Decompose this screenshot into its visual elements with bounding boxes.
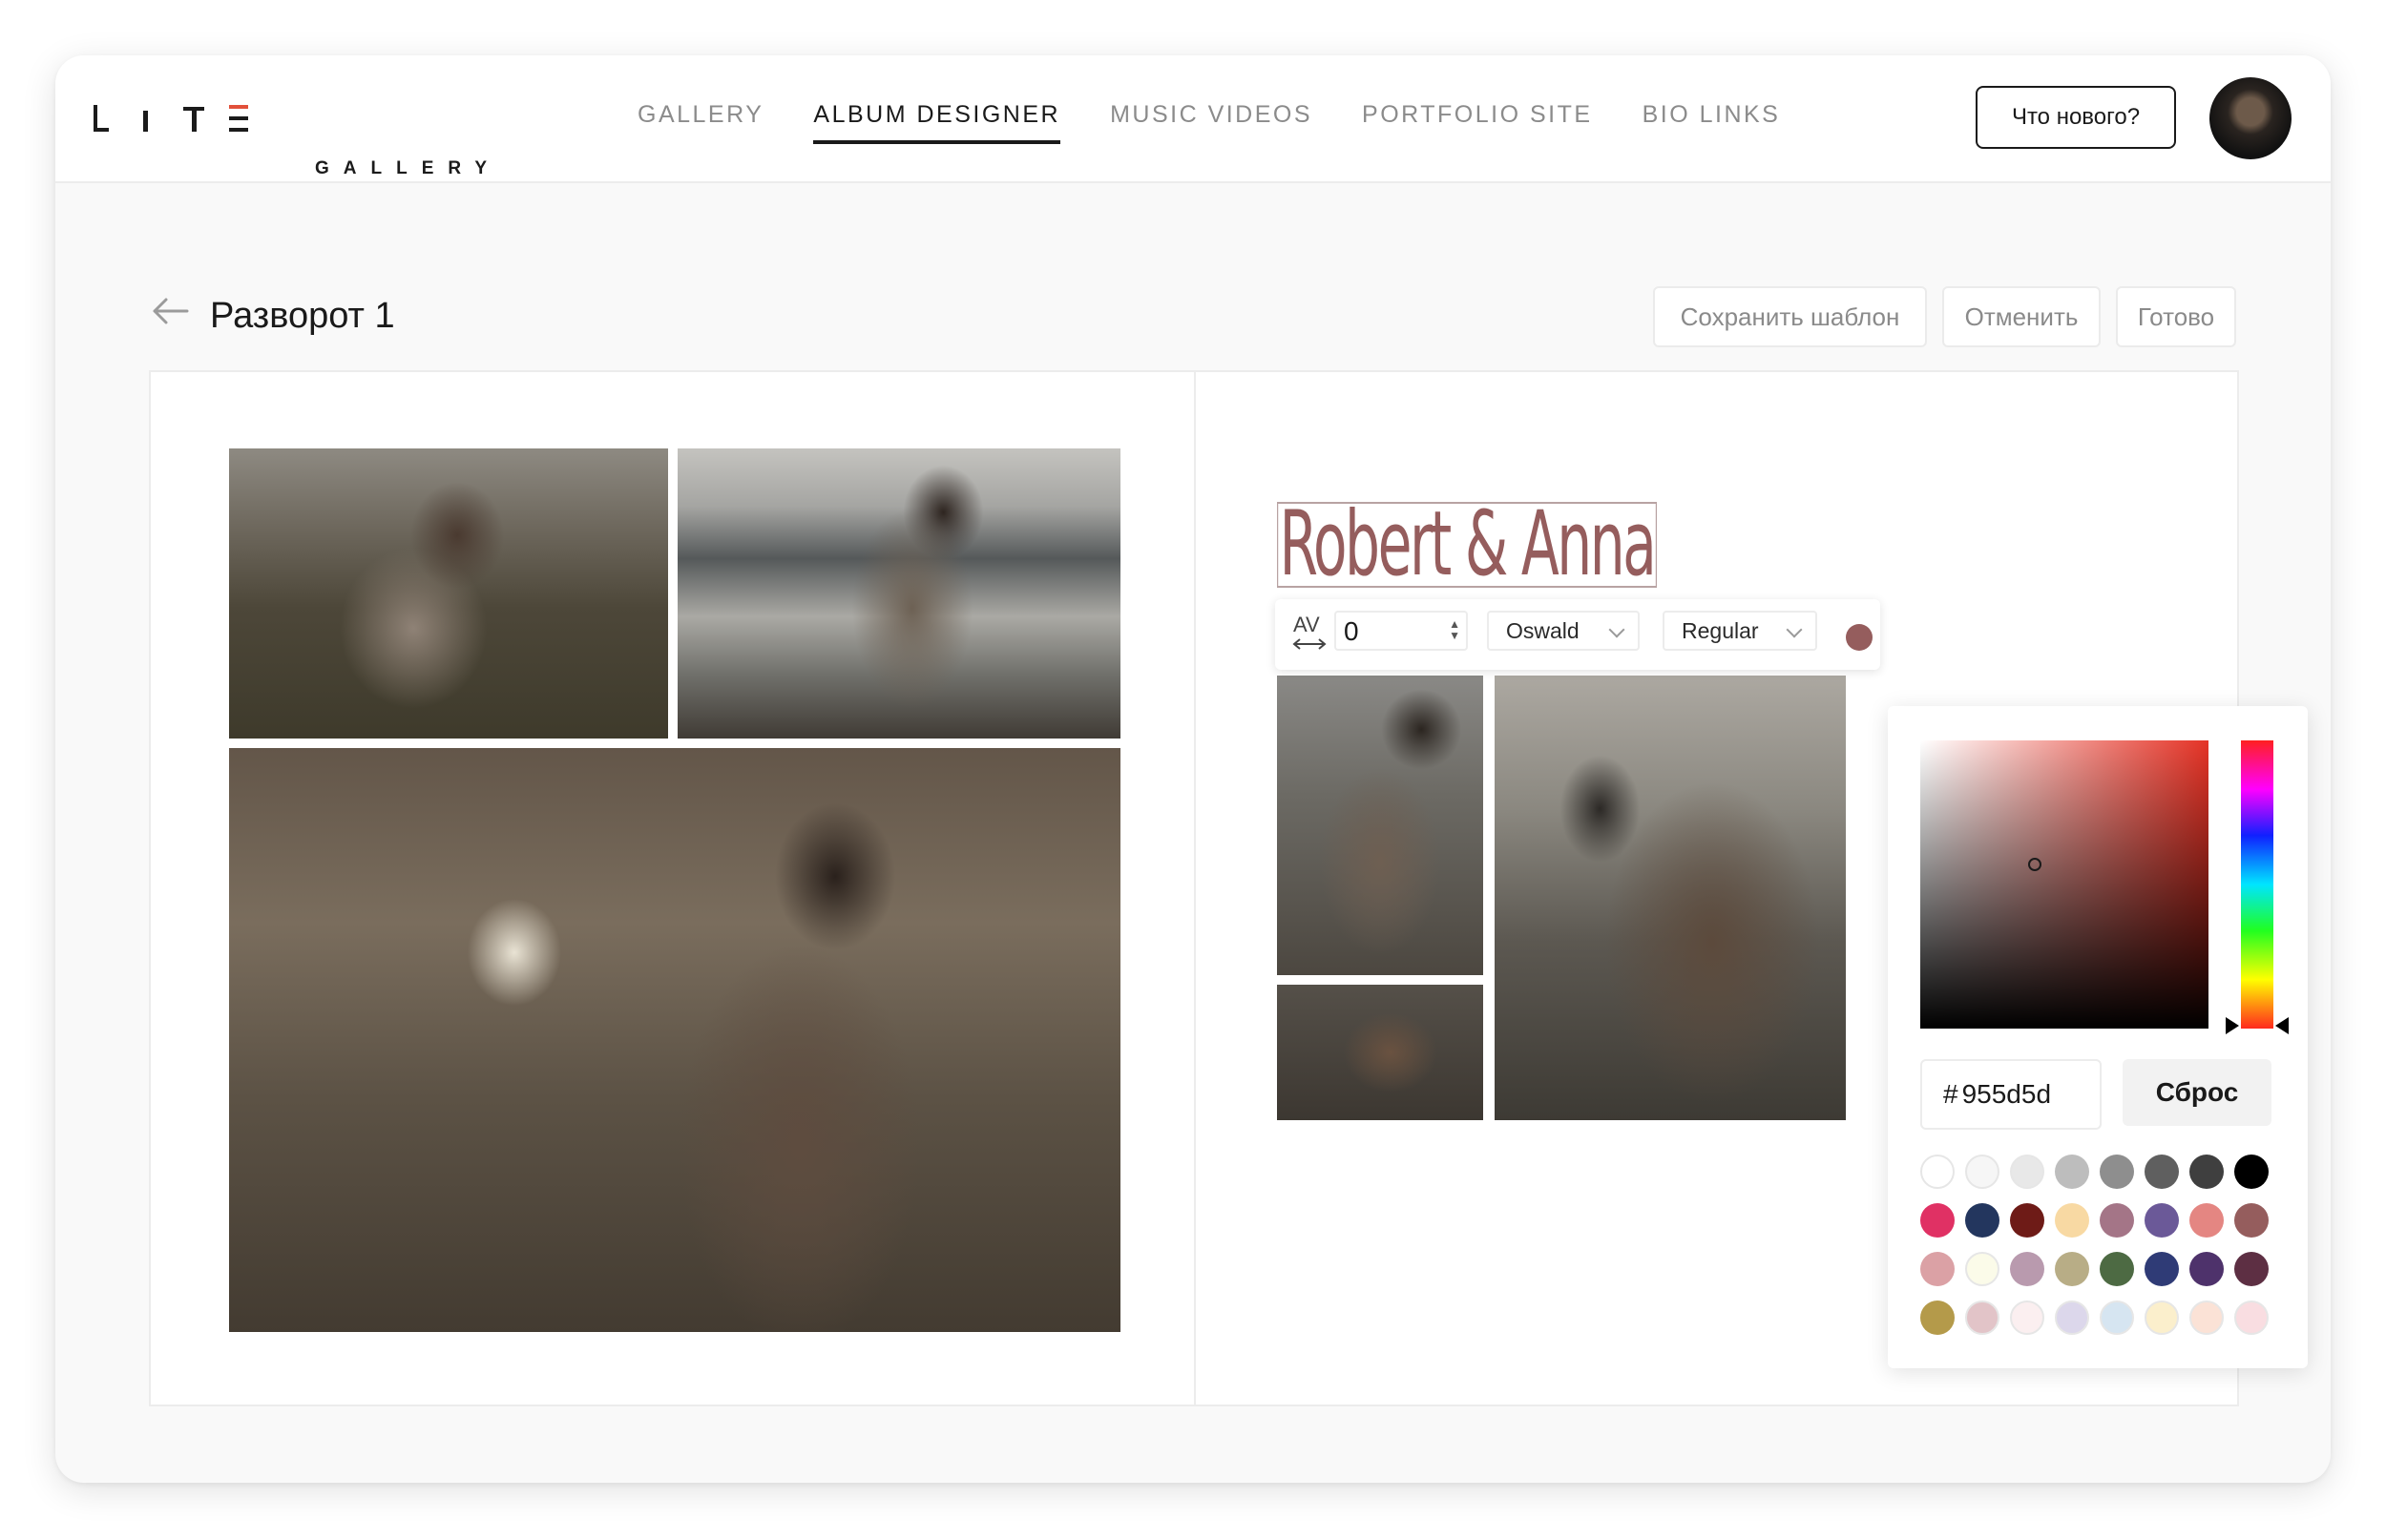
photo-couple-piggyback[interactable]	[229, 448, 668, 739]
text-color-swatch[interactable]	[1846, 624, 1873, 651]
top-header: GALLERY GALLERY ALBUM DESIGNER MUSIC VID…	[55, 55, 2331, 183]
color-swatch-2-4[interactable]	[2100, 1252, 2134, 1286]
reset-color-button[interactable]: Сброс	[2123, 1059, 2271, 1126]
color-swatch-1-7[interactable]	[2234, 1203, 2269, 1238]
color-swatch-0-2[interactable]	[2010, 1155, 2044, 1189]
photo-woman-back[interactable]	[1495, 676, 1846, 1120]
color-swatch-0-3[interactable]	[2055, 1155, 2089, 1189]
color-swatch-0-6[interactable]	[2189, 1155, 2224, 1189]
done-button[interactable]: Готово	[2116, 286, 2236, 347]
font-weight-select[interactable]: Regular	[1663, 611, 1817, 651]
font-family-select[interactable]: Oswald	[1487, 611, 1640, 651]
chevron-down-icon	[1786, 621, 1803, 638]
photo-hair-closeup[interactable]	[1277, 985, 1483, 1120]
photo-couple-embrace-large[interactable]	[229, 748, 1120, 1332]
hue-handle-left-icon[interactable]	[2226, 1017, 2239, 1034]
color-swatch-1-3[interactable]	[2055, 1203, 2089, 1238]
color-swatch-2-1[interactable]	[1965, 1252, 1999, 1286]
page-divider	[1194, 372, 1196, 1405]
color-swatch-0-7[interactable]	[2234, 1155, 2269, 1189]
app-window: GALLERY GALLERY ALBUM DESIGNER MUSIC VID…	[55, 55, 2331, 1483]
save-template-button[interactable]: Сохранить шаблон	[1653, 286, 1927, 347]
nav-album-designer[interactable]: ALBUM DESIGNER	[813, 101, 1061, 144]
color-swatch-1-0[interactable]	[1920, 1203, 1955, 1238]
color-swatch-2-0[interactable]	[1920, 1252, 1955, 1286]
color-swatch-3-4[interactable]	[2100, 1301, 2134, 1335]
photo-couple-sea[interactable]	[678, 448, 1120, 739]
color-swatch-2-7[interactable]	[2234, 1252, 2269, 1286]
color-swatch-2-5[interactable]	[2145, 1252, 2179, 1286]
color-swatch-0-4[interactable]	[2100, 1155, 2134, 1189]
color-swatch-2-3[interactable]	[2055, 1252, 2089, 1286]
chevron-down-icon	[1608, 621, 1625, 638]
letter-spacing-icon: AV	[1292, 613, 1330, 653]
color-swatch-3-0[interactable]	[1920, 1301, 1955, 1335]
hex-color-input[interactable]: # 955d5d	[1920, 1059, 2102, 1130]
color-swatch-1-6[interactable]	[2189, 1203, 2224, 1238]
color-swatch-1-4[interactable]	[2100, 1203, 2134, 1238]
preset-swatches	[1920, 1155, 2269, 1335]
whats-new-button[interactable]: Что нового?	[1976, 86, 2176, 149]
text-formatting-toolbar: AV 0 ▲ ▼ Oswald Regular	[1275, 599, 1880, 670]
color-picker-popover: # 955d5d Сброс	[1888, 706, 2308, 1368]
color-swatch-0-5[interactable]	[2145, 1155, 2179, 1189]
photo-couple-kiss[interactable]	[1277, 676, 1483, 975]
nav-gallery[interactable]: GALLERY	[638, 101, 764, 144]
headline-text[interactable]: Robert & Anna	[1277, 500, 1657, 590]
color-swatch-2-2[interactable]	[2010, 1252, 2044, 1286]
color-swatch-3-2[interactable]	[2010, 1301, 2044, 1335]
color-swatch-3-7[interactable]	[2234, 1301, 2269, 1335]
color-swatch-0-1[interactable]	[1965, 1155, 1999, 1189]
color-swatch-3-5[interactable]	[2145, 1301, 2179, 1335]
color-swatch-1-1[interactable]	[1965, 1203, 1999, 1238]
stepper-icon[interactable]: ▲ ▼	[1449, 618, 1460, 641]
spread-title: Разворот 1	[210, 296, 395, 336]
user-avatar[interactable]	[2209, 77, 2292, 159]
back-arrow-icon[interactable]	[151, 297, 189, 325]
main-nav: GALLERY ALBUM DESIGNER MUSIC VIDEOS PORT…	[638, 101, 1780, 144]
logo[interactable]: GALLERY	[94, 105, 487, 178]
logo-mark	[94, 105, 248, 134]
logo-wordmark: GALLERY	[315, 158, 502, 178]
color-swatch-3-6[interactable]	[2189, 1301, 2224, 1335]
color-swatch-0-0[interactable]	[1920, 1155, 1955, 1189]
nav-bio-links[interactable]: BIO LINKS	[1643, 101, 1781, 144]
hue-slider[interactable]	[2241, 740, 2273, 1029]
color-swatch-3-3[interactable]	[2055, 1301, 2089, 1335]
color-swatch-1-5[interactable]	[2145, 1203, 2179, 1238]
nav-music-videos[interactable]: MUSIC VIDEOS	[1110, 101, 1312, 144]
saturation-value-area[interactable]	[1920, 740, 2208, 1029]
color-swatch-1-2[interactable]	[2010, 1203, 2044, 1238]
nav-portfolio-site[interactable]: PORTFOLIO SITE	[1362, 101, 1593, 144]
hue-handle-right-icon[interactable]	[2275, 1017, 2289, 1034]
letter-spacing-input[interactable]: 0 ▲ ▼	[1334, 611, 1468, 651]
color-cursor[interactable]	[2028, 858, 2041, 871]
color-swatch-2-6[interactable]	[2189, 1252, 2224, 1286]
color-swatch-3-1[interactable]	[1965, 1301, 1999, 1335]
cancel-button[interactable]: Отменить	[1942, 286, 2101, 347]
